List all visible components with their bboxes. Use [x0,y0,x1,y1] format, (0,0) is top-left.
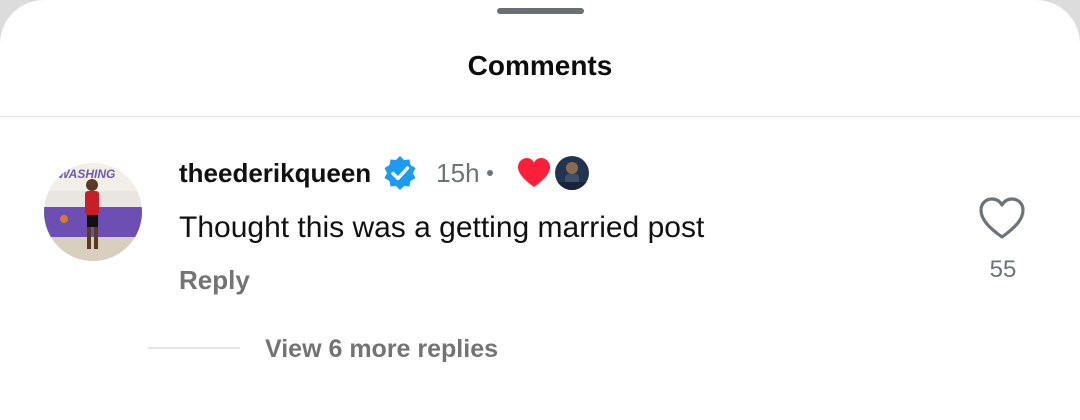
liker-avatar [554,156,589,190]
heart-outline-icon [979,197,1025,239]
commenter-username[interactable]: theederikqueen [179,158,371,189]
verified-badge-icon [384,156,416,190]
avatar-jersey-text: WASHING [58,167,115,181]
comments-sheet: Comments WASHING theederikqueen 15h Thou… [0,0,1080,420]
sheet-drag-handle[interactable] [497,8,584,14]
like-count: 55 [989,256,1017,283]
commenter-avatar[interactable]: WASHING [44,163,142,261]
separator-dot [486,170,493,176]
like-button[interactable] [978,196,1026,240]
header-divider [0,116,1080,117]
sheet-title: Comments [467,50,613,81]
heart-filled-icon [517,158,550,187]
view-more-replies-button[interactable]: View 6 more replies [265,335,498,364]
comment-header: theederikqueen 15h [179,155,589,191]
comment-timestamp: 15h [436,157,480,188]
comment-text: Thought this was a getting married post [179,211,705,244]
reply-button[interactable]: Reply [179,265,250,296]
replies-divider-line [148,347,240,349]
avatar-photo: WASHING [44,163,142,261]
